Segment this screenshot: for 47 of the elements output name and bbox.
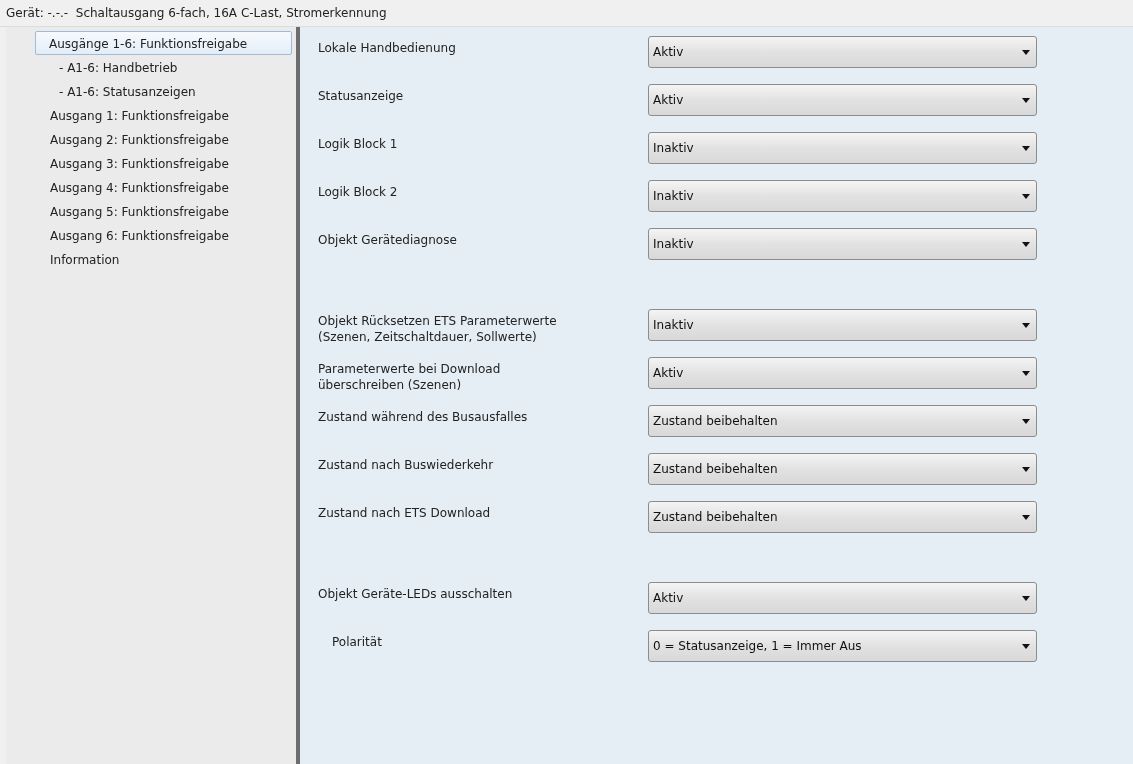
caret-icon [1022, 418, 1030, 424]
setting-label: Zustand während des Busausfalles [318, 409, 529, 425]
tree-item[interactable]: Information [6, 247, 292, 271]
dropdown[interactable]: Zustand beibehalten [648, 501, 1037, 533]
tree-item[interactable]: Ausgang 5: Funktionsfreigabe [6, 199, 292, 223]
setting-label: Zustand nach Buswiederkehr [318, 457, 495, 473]
setting-label: Statusanzeige [318, 88, 405, 104]
tree-item[interactable]: - A1-6: Statusanzeigen [6, 79, 292, 103]
setting-label: Zustand nach ETS Download [318, 505, 492, 521]
caret-icon [1022, 370, 1030, 376]
caret-icon [1022, 595, 1030, 601]
caret-icon [1022, 49, 1030, 55]
tree-item[interactable]: Ausgang 1: Funktionsfreigabe [6, 103, 292, 127]
window-title: Gerät: -.-.- Schaltausgang 6-fach, 16A C-Last, Stromerkennung [6, 6, 387, 20]
setting-label: Lokale Handbedienung [318, 40, 457, 56]
tree-item[interactable]: Ausgang 4: Funktionsfreigabe [6, 175, 292, 199]
tree-item[interactable]: Ausgänge 1-6: Funktionsfreigabe [35, 31, 292, 55]
dropdown[interactable]: Inaktiv [648, 132, 1037, 164]
dropdown[interactable]: 0 = Statusanzeige, 1 = Immer Aus [648, 630, 1037, 662]
caret-icon [1022, 514, 1030, 520]
setting-label: Logik Block 2 [318, 184, 399, 200]
caret-icon [1022, 193, 1030, 199]
dropdown[interactable]: Inaktiv [648, 309, 1037, 341]
caret-icon [1022, 241, 1030, 247]
setting-label: Objekt Geräte-LEDs ausschalten [318, 586, 514, 602]
setting-label: Parameterwerte bei Download überschreiben (Szenen) [318, 361, 502, 393]
dropdown[interactable]: Zustand beibehalten [648, 453, 1037, 485]
dropdown[interactable]: Zustand beibehalten [648, 405, 1037, 437]
caret-icon [1022, 466, 1030, 472]
setting-label: Objekt Rücksetzen ETS Parameterwerte (Szenen, Zeitschaltdauer, Sollwerte) [318, 313, 558, 345]
dropdown[interactable]: Inaktiv [648, 180, 1037, 212]
setting-label: Objekt Gerätediagnose [318, 232, 458, 248]
dropdown[interactable]: Aktiv [648, 84, 1037, 116]
setting-label: Polarität [331, 634, 383, 650]
dropdown[interactable]: Inaktiv [648, 228, 1037, 260]
setting-label: Logik Block 1 [318, 136, 399, 152]
dropdown[interactable]: Aktiv [648, 357, 1037, 389]
tree-item[interactable]: Ausgang 2: Funktionsfreigabe [6, 127, 292, 151]
dropdown[interactable]: Aktiv [648, 36, 1037, 68]
tree-item[interactable]: Ausgang 6: Funktionsfreigabe [6, 223, 292, 247]
dropdown[interactable]: Aktiv [648, 582, 1037, 614]
caret-icon [1022, 145, 1030, 151]
caret-icon [1022, 643, 1030, 649]
caret-icon [1022, 322, 1030, 328]
tree-item[interactable]: Ausgang 3: Funktionsfreigabe [6, 151, 292, 175]
tree-item[interactable]: - A1-6: Handbetrieb [6, 55, 292, 79]
caret-icon [1022, 97, 1030, 103]
